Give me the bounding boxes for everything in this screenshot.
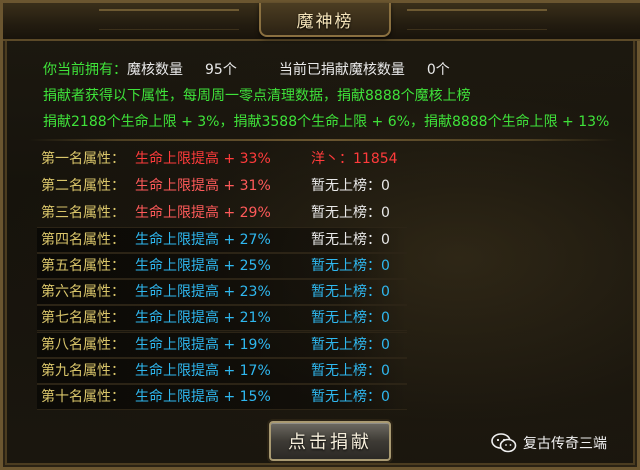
rank-row: 第四名属性： 生命上限提高 + 27% 暂无上榜：0 <box>37 227 407 253</box>
watermark: 复古传奇三端 <box>491 431 607 455</box>
watermark-text: 复古传奇三端 <box>523 436 607 452</box>
rank-attribute: 生命上限提高 + 15% <box>135 389 271 405</box>
rank-holder: 暂无上榜：0 <box>311 284 390 300</box>
rank-holder: 暂无上榜：0 <box>311 258 390 274</box>
rank-label: 第五名属性： <box>41 258 125 274</box>
rank-holder: 暂无上榜：0 <box>311 363 390 379</box>
rank-attribute: 生命上限提高 + 33% <box>135 151 271 167</box>
rule-line: 捐献者获得以下属性，每周周一零点清理数据，捐献8888个魔核上榜 <box>43 88 471 104</box>
rank-row: 第五名属性： 生命上限提高 + 25% 暂无上榜：0 <box>37 253 407 279</box>
rank-attribute: 生命上限提高 + 29% <box>135 205 271 221</box>
donate-button[interactable]: 点击捐献 <box>269 421 391 461</box>
rank-label: 第一名属性： <box>41 151 125 167</box>
rank-label: 第六名属性： <box>41 284 125 300</box>
rank-attribute: 生命上限提高 + 17% <box>135 363 271 379</box>
title-plate: 魔神榜 <box>259 3 391 37</box>
panel-header-frame: 魔神榜 <box>3 3 640 41</box>
rank-label: 第四名属性： <box>41 232 125 248</box>
rank-holder: 暂无上榜：0 <box>311 310 390 326</box>
panel-title: 魔神榜 <box>296 11 354 32</box>
rank-row: 第九名属性： 生命上限提高 + 17% 暂无上榜：0 <box>37 358 407 384</box>
rank-holder: 洋丶：11854 <box>311 151 398 167</box>
owned-line: 你当前拥有：魔核数量 95个 当前已捐献魔核数量 0个 <box>43 59 450 79</box>
rank-label: 第七名属性： <box>41 310 125 326</box>
rank-holder: 暂无上榜：0 <box>311 337 390 353</box>
rank-attribute: 生命上限提高 + 25% <box>135 258 271 274</box>
owned-item-label: 魔核数量 <box>127 62 183 78</box>
rank-attribute: 生命上限提高 + 31% <box>135 178 271 194</box>
rank-row: 第七名属性： 生命上限提高 + 21% 暂无上榜：0 <box>37 305 407 331</box>
rank-row: 第二名属性： 生命上限提高 + 31% 暂无上榜：0 <box>37 174 407 198</box>
tier-line: 捐献2188个生命上限 + 3%，捐献3588个生命上限 + 6%，捐献8888… <box>43 114 610 130</box>
header-ornament-right <box>407 9 547 30</box>
donated-label: 当前已捐献魔核数量 <box>278 62 405 78</box>
owned-count: 95个 <box>205 62 237 78</box>
rank-attribute: 生命上限提高 + 23% <box>135 284 271 300</box>
rank-row: 第一名属性： 生命上限提高 + 33% 洋丶：11854 <box>37 147 407 171</box>
rank-label: 第三名属性： <box>41 205 125 221</box>
rank-row: 第十名属性： 生命上限提高 + 15% 暂无上榜：0 <box>37 384 407 410</box>
rank-holder: 暂无上榜：0 <box>311 389 390 405</box>
rank-attribute: 生命上限提高 + 21% <box>135 310 271 326</box>
rank-attribute: 生命上限提高 + 19% <box>135 337 271 353</box>
rank-row: 第三名属性： 生命上限提高 + 29% 暂无上榜：0 <box>37 201 407 225</box>
rank-attribute: 生命上限提高 + 27% <box>135 232 271 248</box>
rank-row: 第八名属性： 生命上限提高 + 19% 暂无上榜：0 <box>37 332 407 358</box>
rank-label: 第十名属性： <box>41 389 125 405</box>
owned-label: 你当前拥有： <box>43 62 127 78</box>
header-ornament-left <box>99 9 239 30</box>
rank-label: 第二名属性： <box>41 178 125 194</box>
rank-holder: 暂无上榜：0 <box>311 232 390 248</box>
ranking-panel: 魔神榜 你当前拥有：魔核数量 95个 当前已捐献魔核数量 0个 捐献者获得以下属性，每… <box>0 0 640 470</box>
wechat-icon <box>491 433 517 453</box>
donated-count: 0个 <box>426 62 450 78</box>
rank-holder: 暂无上榜：0 <box>311 178 390 194</box>
rank-holder: 暂无上榜：0 <box>311 205 390 221</box>
rank-row: 第六名属性： 生命上限提高 + 23% 暂无上榜：0 <box>37 279 407 305</box>
rank-label: 第八名属性： <box>41 337 125 353</box>
divider <box>29 139 617 141</box>
rank-label: 第九名属性： <box>41 363 125 379</box>
